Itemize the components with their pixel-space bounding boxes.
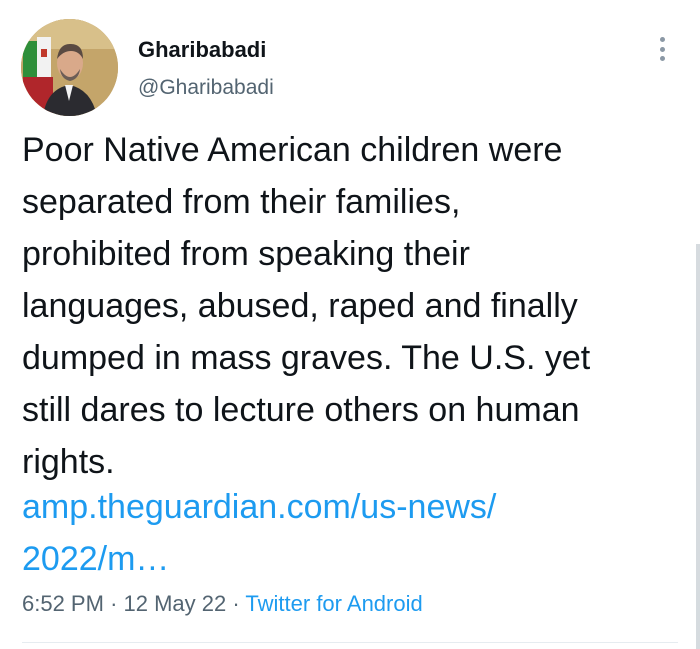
tweet-text-line: separated from their families,	[22, 183, 461, 221]
tweet: Gharibabadi @Gharibabadi Poor Native Ame…	[0, 0, 700, 649]
tweet-source[interactable]: Twitter for Android	[245, 591, 422, 616]
tweet-meta: 6:52 PM · 12 May 22 · Twitter for Androi…	[22, 591, 423, 617]
author-handle[interactable]: @Gharibabadi	[138, 76, 274, 100]
tweet-date[interactable]: 12 May 22	[124, 591, 227, 616]
avatar[interactable]	[21, 19, 118, 116]
tweet-text: Poor Native American children were separ…	[22, 124, 682, 488]
divider	[22, 642, 678, 643]
meta-separator: ·	[110, 591, 118, 616]
tweet-text-line: Poor Native American children were	[22, 131, 563, 169]
scrollbar[interactable]	[696, 244, 700, 649]
tweet-link[interactable]: amp.theguardian.com/us-news/ 2022/m…	[22, 481, 682, 585]
tweet-text-line: still dares to lecture others on human	[22, 391, 580, 429]
tweet-link-line: 2022/m…	[22, 540, 170, 578]
dot	[659, 46, 665, 52]
meta-separator: ·	[232, 591, 240, 616]
tweet-text-line: prohibited from speaking their	[22, 235, 470, 273]
tweet-link-line: amp.theguardian.com/us-news/	[22, 488, 497, 526]
more-options-icon[interactable]	[650, 34, 674, 64]
avatar-image	[21, 19, 118, 116]
tweet-text-line: dumped in mass graves. The U.S. yet	[22, 339, 591, 377]
dot	[659, 56, 665, 61]
tweet-time[interactable]: 6:52 PM	[22, 591, 104, 616]
tweet-text-line: languages, abused, raped and finally	[22, 287, 578, 325]
dot	[659, 37, 665, 42]
author-display-name[interactable]: Gharibabadi	[138, 37, 266, 63]
